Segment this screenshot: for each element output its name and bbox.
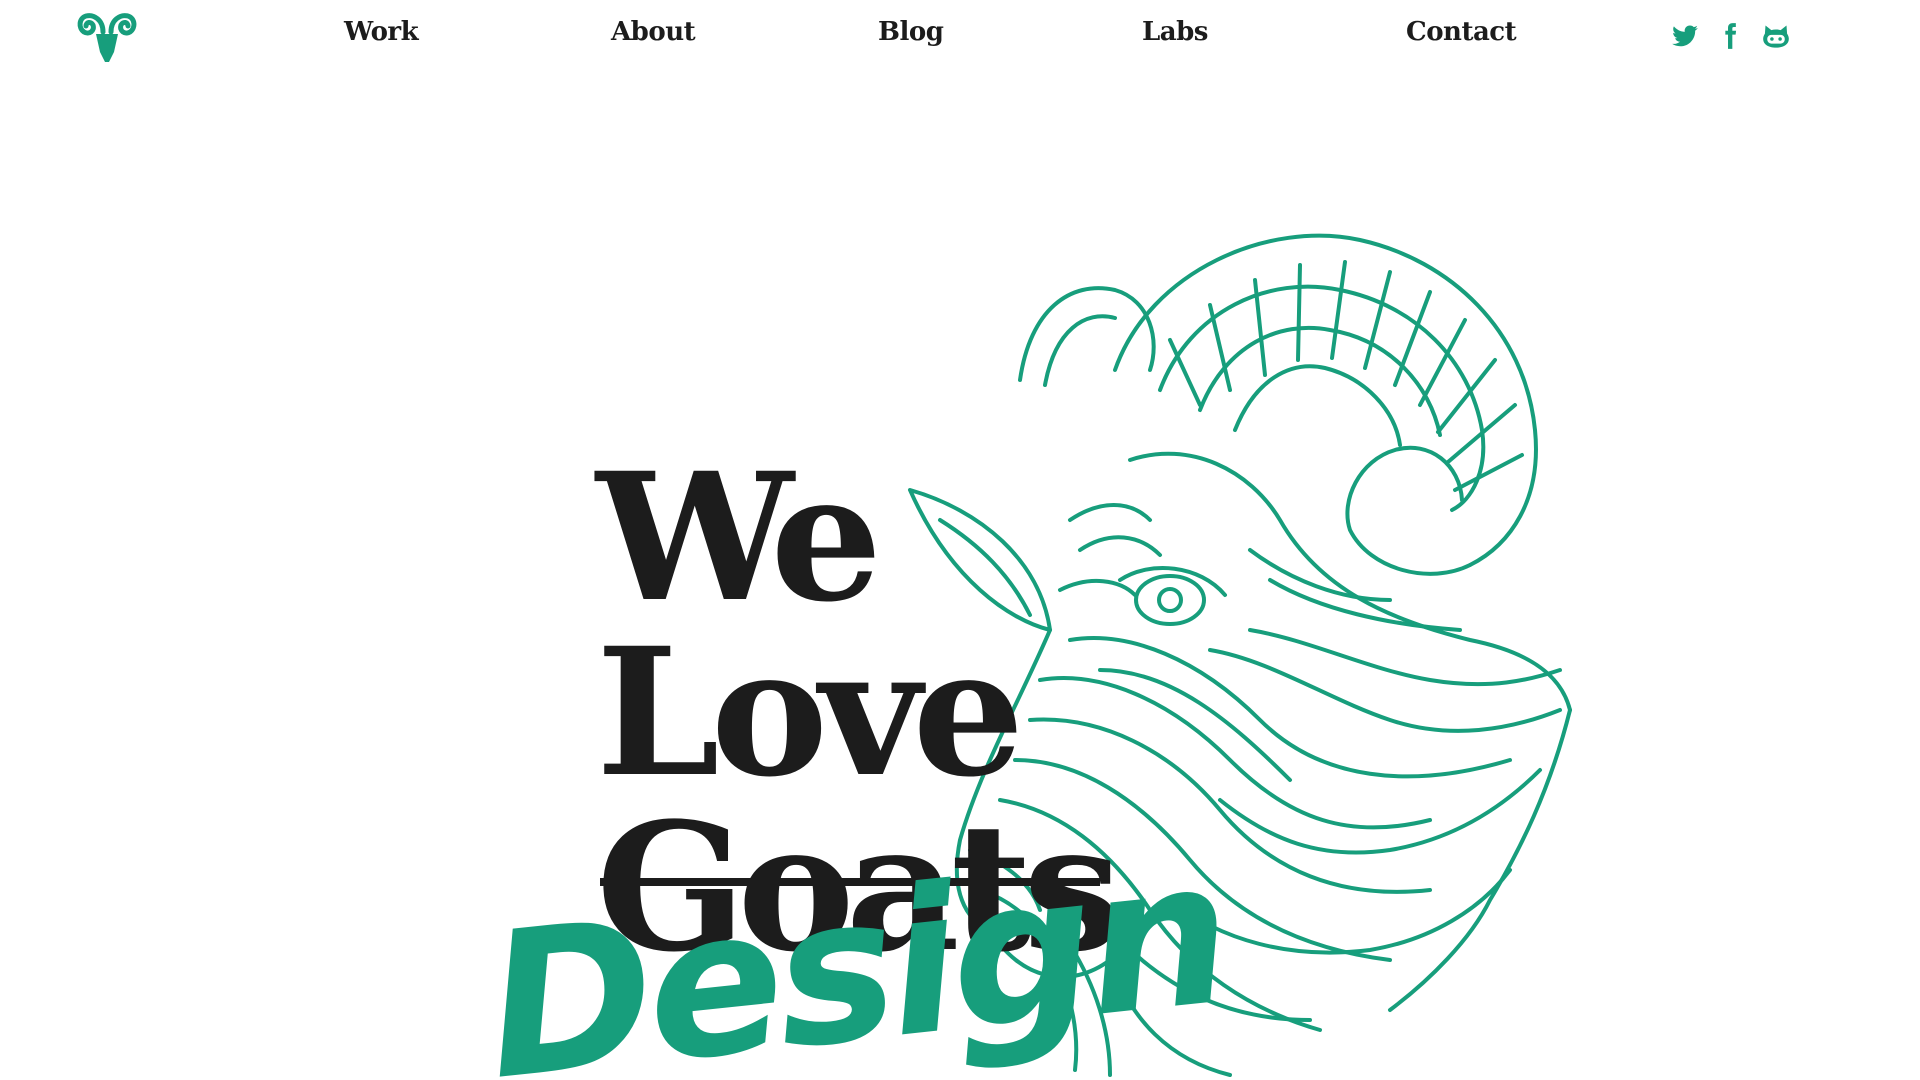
github-icon[interactable] — [1762, 22, 1790, 50]
headline-line-2: Love — [596, 609, 1024, 816]
twitter-icon[interactable] — [1671, 22, 1699, 50]
nav-labs[interactable]: Labs — [1142, 19, 1208, 45]
ram-head-logo-icon[interactable] — [76, 8, 138, 64]
nav-about[interactable]: About — [611, 19, 696, 45]
facebook-icon[interactable] — [1716, 22, 1744, 50]
hero-section: We Love Goats Design — [0, 80, 1920, 1080]
handwritten-design-text: Design — [476, 815, 1236, 1080]
nav-contact[interactable]: Contact — [1406, 19, 1517, 45]
headline-line-1: We — [596, 434, 882, 641]
nav-blog[interactable]: Blog — [878, 19, 944, 45]
nav-work[interactable]: Work — [344, 19, 419, 45]
site-header: Work About Blog Labs Contact — [0, 0, 1920, 80]
